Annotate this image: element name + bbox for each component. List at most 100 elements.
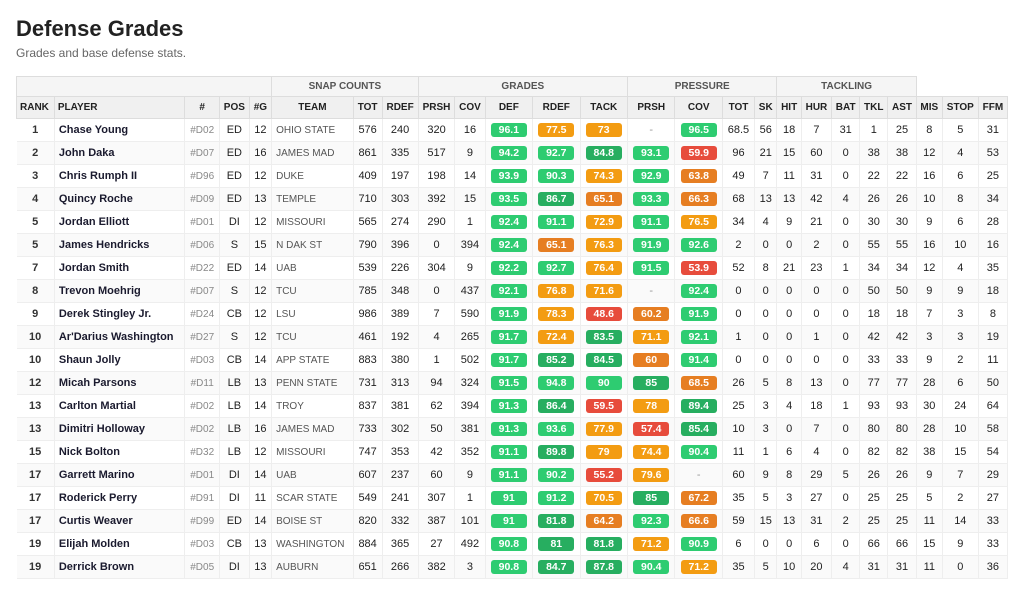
cell-g: 14 xyxy=(249,510,271,533)
cell-sk: 0 xyxy=(755,280,777,303)
cell-pos: DI xyxy=(220,487,250,510)
cell-num: #D06 xyxy=(185,234,220,257)
cell-prsh2: 74.4 xyxy=(628,441,675,464)
cell-mis: 7 xyxy=(916,303,942,326)
cell-num: #D01 xyxy=(185,211,220,234)
cell-tack: 73 xyxy=(580,119,627,142)
cell-sk: 0 xyxy=(755,326,777,349)
cell-player: Nick Bolton xyxy=(54,441,184,464)
table-row: 19 Elijah Molden #D03 CB 13 WASHINGTON 8… xyxy=(17,533,1008,556)
cell-tack: 55.2 xyxy=(580,464,627,487)
cell-prsh: 0 xyxy=(418,280,455,303)
col-hur: HUR xyxy=(801,97,831,119)
cell-pos: LB xyxy=(220,441,250,464)
cell-player: Micah Parsons xyxy=(54,372,184,395)
cell-sk: 7 xyxy=(755,165,777,188)
col-ast: AST xyxy=(888,97,916,119)
cell-cov: 1 xyxy=(455,487,485,510)
table-row: 9 Derek Stingley Jr. #D24 CB 12 LSU 986 … xyxy=(17,303,1008,326)
table-row: 3 Chris Rumph II #D96 ED 12 DUKE 409 197… xyxy=(17,165,1008,188)
cell-rank: 5 xyxy=(17,211,55,234)
cell-ast: 22 xyxy=(888,165,916,188)
cell-cov2: 92.6 xyxy=(675,234,722,257)
cell-mis: 11 xyxy=(916,556,942,579)
cell-hur: 18 xyxy=(801,395,831,418)
cell-prsh: 4 xyxy=(418,326,455,349)
cell-ast: 26 xyxy=(888,188,916,211)
cell-player: Trevon Moehrig xyxy=(54,280,184,303)
cell-stop: 5 xyxy=(942,119,978,142)
cell-rdef: 240 xyxy=(382,119,418,142)
cell-g: 13 xyxy=(249,556,271,579)
cell-def: 91.5 xyxy=(485,372,532,395)
cell-hit: 13 xyxy=(777,188,801,211)
cell-stop: 4 xyxy=(942,257,978,280)
cell-tot: 651 xyxy=(353,556,382,579)
cell-pressure-tot: 34 xyxy=(722,211,754,234)
cell-team: PENN STATE xyxy=(272,372,354,395)
cell-rank: 2 xyxy=(17,142,55,165)
cell-pressure-tot: 68 xyxy=(722,188,754,211)
cell-g: 12 xyxy=(249,211,271,234)
cell-prsh2: 91.1 xyxy=(628,211,675,234)
cell-def: 92.1 xyxy=(485,280,532,303)
cell-rdef2: 89.8 xyxy=(533,441,580,464)
cell-g: 13 xyxy=(249,372,271,395)
cell-hit: 15 xyxy=(777,142,801,165)
col-rdef: RDEF xyxy=(382,97,418,119)
cell-ffm: 35 xyxy=(978,257,1007,280)
cell-cov: 15 xyxy=(455,188,485,211)
col-hit: HIT xyxy=(777,97,801,119)
cell-tkl: 30 xyxy=(860,211,888,234)
cell-tot: 607 xyxy=(353,464,382,487)
cell-prsh: 320 xyxy=(418,119,455,142)
cell-rank: 17 xyxy=(17,487,55,510)
cell-rdef2: 77.5 xyxy=(533,119,580,142)
cell-cov2: 96.5 xyxy=(675,119,722,142)
cell-prsh: 60 xyxy=(418,464,455,487)
cell-hur: 31 xyxy=(801,510,831,533)
col-ffm: FFM xyxy=(978,97,1007,119)
cell-g: 11 xyxy=(249,487,271,510)
cell-bat: 1 xyxy=(832,395,860,418)
cell-hit: 0 xyxy=(777,280,801,303)
cell-bat: 0 xyxy=(832,211,860,234)
cell-g: 12 xyxy=(249,303,271,326)
cell-sk: 8 xyxy=(755,257,777,280)
cell-tack: 90 xyxy=(580,372,627,395)
cell-tack: 79 xyxy=(580,441,627,464)
cell-ast: 26 xyxy=(888,464,916,487)
col-tkl: TKL xyxy=(860,97,888,119)
cell-cov2: 90.4 xyxy=(675,441,722,464)
cell-pressure-tot: 59 xyxy=(722,510,754,533)
cell-pos: ED xyxy=(220,142,250,165)
cell-rdef2: 86.7 xyxy=(533,188,580,211)
cell-rank: 4 xyxy=(17,188,55,211)
cell-cov2: 91.4 xyxy=(675,349,722,372)
table-body: 1 Chase Young #D02 ED 12 OHIO STATE 576 … xyxy=(17,119,1008,579)
cell-rdef2: 91.2 xyxy=(533,487,580,510)
cell-cov2: 63.8 xyxy=(675,165,722,188)
cell-prsh: 50 xyxy=(418,418,455,441)
cell-tot: 576 xyxy=(353,119,382,142)
cell-cov: 1 xyxy=(455,211,485,234)
cell-hur: 29 xyxy=(801,464,831,487)
cell-rank: 7 xyxy=(17,257,55,280)
cell-player: Carlton Martial xyxy=(54,395,184,418)
cell-rank: 12 xyxy=(17,372,55,395)
cell-tack: 64.2 xyxy=(580,510,627,533)
cell-rdef: 241 xyxy=(382,487,418,510)
cell-team: UAB xyxy=(272,257,354,280)
cell-ffm: 34 xyxy=(978,188,1007,211)
cell-prsh: 387 xyxy=(418,510,455,533)
cell-stop: 10 xyxy=(942,234,978,257)
cell-player: Chris Rumph II xyxy=(54,165,184,188)
cell-ffm: 19 xyxy=(978,326,1007,349)
cell-ast: 80 xyxy=(888,418,916,441)
cell-rank: 19 xyxy=(17,556,55,579)
cell-cov2: 66.3 xyxy=(675,188,722,211)
cell-prsh2: 60 xyxy=(628,349,675,372)
cell-ffm: 64 xyxy=(978,395,1007,418)
cell-tot: 710 xyxy=(353,188,382,211)
cell-pos: LB xyxy=(220,395,250,418)
